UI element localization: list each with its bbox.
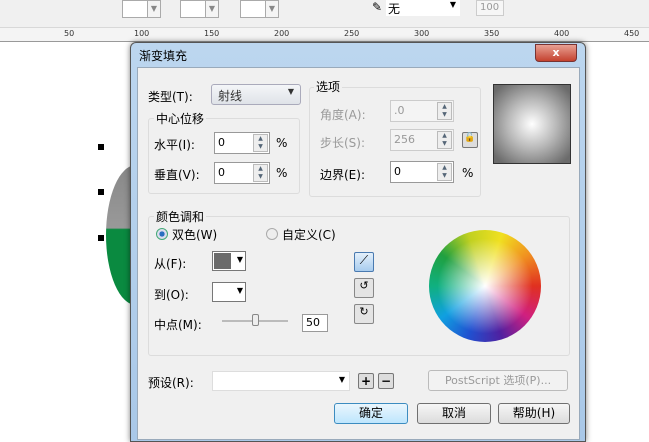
spinner-arrows[interactable]: ▲ ▼ [437,102,452,120]
custom-label: 自定义(C) [282,228,336,242]
spinner-arrows[interactable]: ▲ ▼ [437,163,452,181]
outline-select[interactable]: 无 ▼ [386,0,460,16]
toolbar: ▼ ▼ ▼ ✎ 无 ▼ 100 [0,0,649,28]
lock-icon[interactable]: 🔓 [462,132,478,148]
remove-preset-icon[interactable]: − [378,373,394,389]
preset-label: 预设(R): [148,376,194,390]
angle-value: .0 [394,104,405,117]
percent-unit: % [276,166,288,180]
edge-input[interactable]: 0 ▲ ▼ [390,161,454,183]
type-select[interactable]: 射线 ▼ [211,84,301,105]
vertical-input[interactable]: 0 ▲ ▼ [214,162,270,184]
options-title: 选项 [314,78,343,95]
postscript-options-button[interactable]: PostScript 选项(P)... [428,370,568,391]
center-offset-title: 中心位移 [154,110,207,127]
ruler-label: 400 [554,29,570,38]
to-label: 到(O): [154,288,189,302]
type-label: 类型(T): [148,90,193,104]
selection-handle[interactable] [98,189,104,195]
spinner-arrows[interactable]: ▲ ▼ [253,134,268,152]
ruler-label: 350 [484,29,500,38]
size-field[interactable]: 100 [476,0,504,16]
spinner-arrows[interactable]: ▲ ▼ [437,131,452,149]
swatch-2[interactable] [180,0,206,18]
type-value: 射线 [218,89,243,103]
swatch-3[interactable] [240,0,266,18]
from-color-picker[interactable]: ▼ [212,251,246,271]
color-blend-title: 颜色调和 [154,208,207,225]
vertical-value: 0 [218,166,225,179]
ruler-label: 50 [64,29,75,38]
preset-select[interactable]: ▼ [212,371,350,391]
horizontal-value: 0 [218,136,225,149]
ok-button[interactable]: 确定 [334,403,408,424]
counterclockwise-blend-icon[interactable]: ↺ [354,278,374,298]
outline-value: 无 [388,2,401,16]
clockwise-blend-icon[interactable]: ↻ [354,304,374,324]
cancel-button[interactable]: 取消 [417,403,491,424]
ruler-label: 250 [344,29,360,38]
angle-input[interactable]: .0 ▲ ▼ [390,100,454,122]
ruler-label: 150 [204,29,220,38]
add-preset-icon[interactable]: + [358,373,374,389]
edge-value: 0 [394,165,401,178]
gradient-preview[interactable] [493,84,571,164]
two-color-radio[interactable] [156,228,168,240]
ruler-label: 450 [624,29,640,38]
steps-input[interactable]: 256 ▲ ▼ [390,129,454,151]
selection-handle[interactable] [98,235,104,241]
from-label: 从(F): [154,257,187,271]
spinner-arrows[interactable]: ▲ ▼ [253,164,268,182]
to-color-picker[interactable]: ▼ [212,282,246,302]
midpoint-input[interactable]: 50 [302,314,328,332]
custom-radio[interactable] [266,228,278,240]
horizontal-input[interactable]: 0 ▲ ▼ [214,132,270,154]
fountain-fill-dialog: 渐变填充 x 类型(T): 射线 ▼ 中心位移 水平(I): 0 ▲ ▼ % 垂直(V… [130,42,586,442]
help-button[interactable]: 帮助(H) [498,403,570,424]
two-color-label: 双色(W) [172,228,218,242]
angle-label: 角度(A): [320,108,366,122]
dropdown-arrow[interactable]: ▼ [205,0,219,18]
dialog-body: 类型(T): 射线 ▼ 中心位移 水平(I): 0 ▲ ▼ % 垂直(V): 0 ▲ ▼ … [137,67,580,440]
dropdown-arrow[interactable]: ▼ [147,0,161,18]
percent-unit: % [276,136,288,150]
ruler-label: 200 [274,29,290,38]
pen-icon: ✎ [372,0,383,14]
percent-unit: % [462,166,474,180]
horizontal-ruler: 50 100 150 200 250 300 350 400 450 [0,28,649,42]
steps-label: 步长(S): [320,136,366,150]
steps-value: 256 [394,133,415,146]
ruler-label: 100 [134,29,150,38]
dialog-title: 渐变填充 [139,49,188,63]
selection-handle[interactable] [98,144,104,150]
close-button[interactable]: x [535,44,577,62]
fill-swatch[interactable] [122,0,148,18]
direct-blend-icon[interactable]: ⟋ [354,252,374,272]
ruler-label: 300 [414,29,430,38]
color-wheel[interactable] [429,230,541,342]
edge-label: 边界(E): [320,168,365,182]
horizontal-label: 水平(I): [154,138,195,152]
midpoint-slider-thumb[interactable] [252,314,259,326]
dropdown-arrow[interactable]: ▼ [265,0,279,18]
vertical-label: 垂直(V): [154,168,200,182]
midpoint-label: 中点(M): [154,318,202,332]
